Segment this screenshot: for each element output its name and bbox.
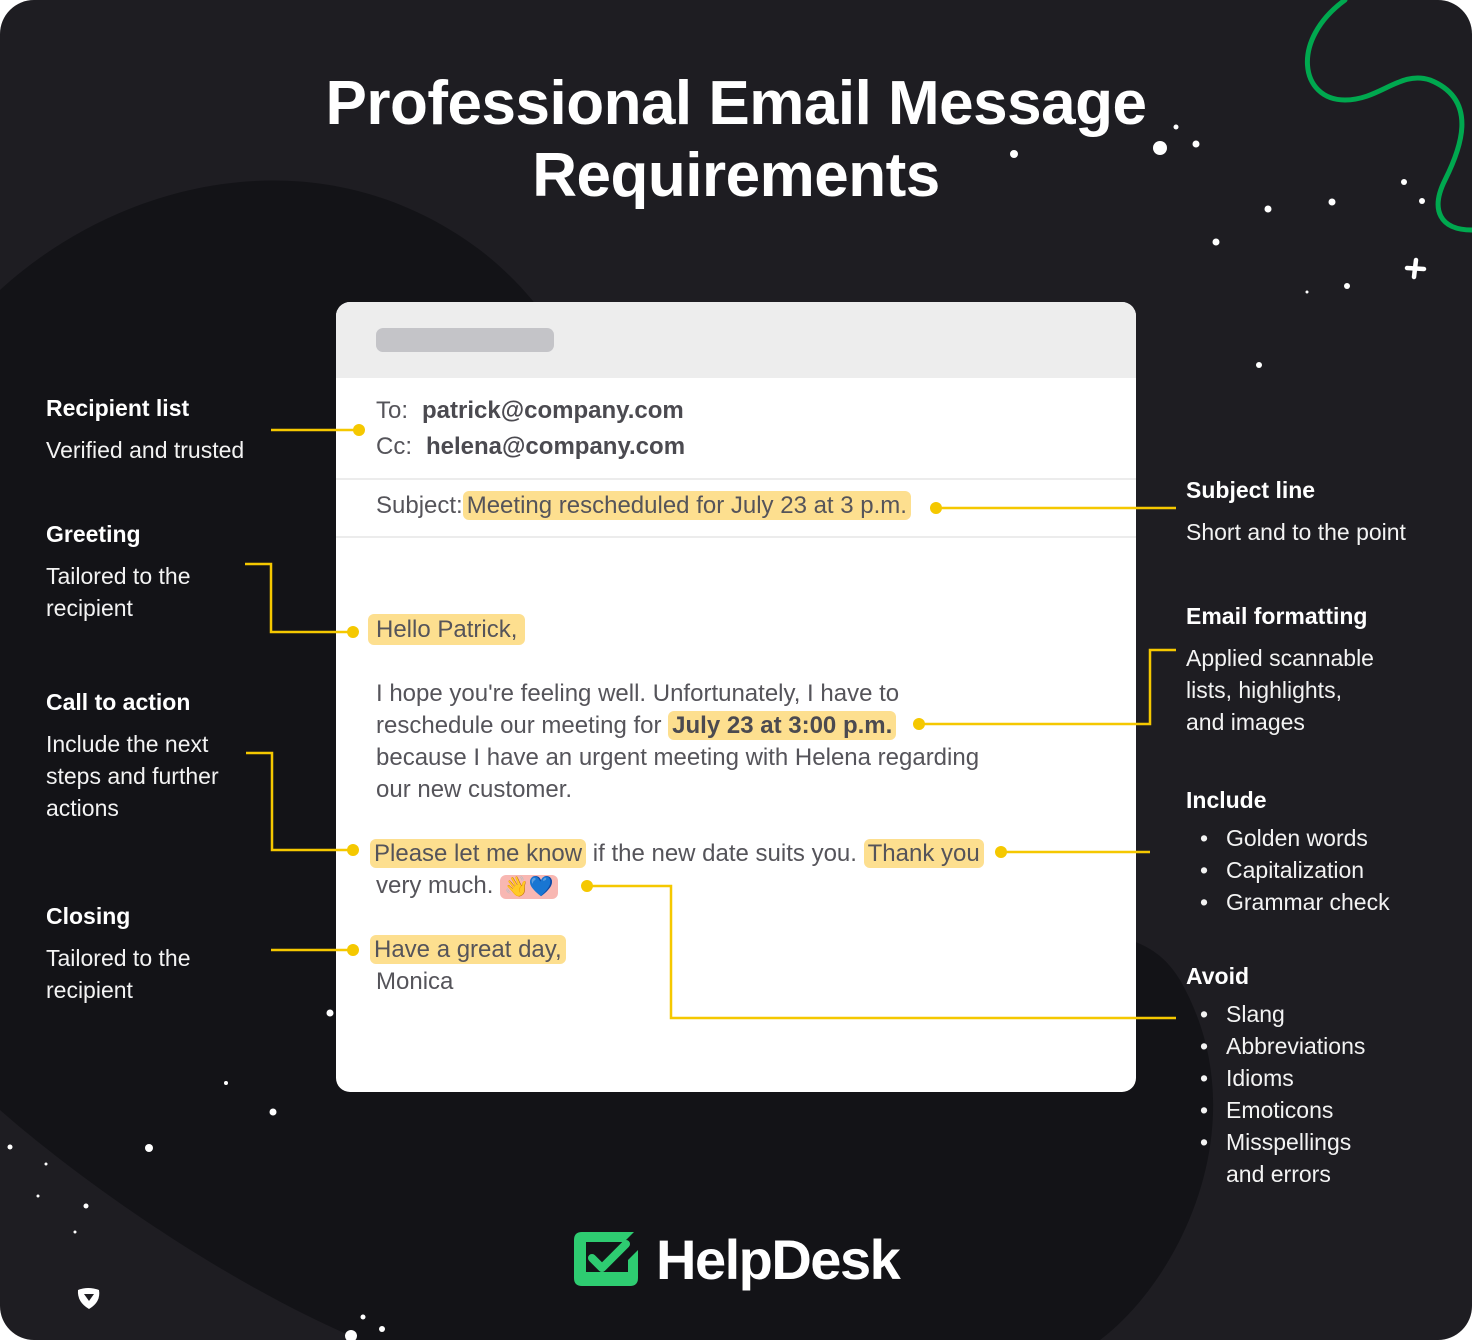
page-title: Professional Email Message Requirements [0,68,1472,212]
annotation-heading: Closing [46,903,131,929]
greeting-highlight: Hello Patrick, [368,614,526,645]
annotation-heading: Include [1186,787,1267,813]
annotation-text: Short and to the point [1186,519,1406,545]
annotation-text: lists, highlights, [1186,677,1342,703]
annotation-heading: Email formatting [1186,603,1368,629]
thanks-line: very much. 👋💙 [376,870,558,903]
annotation-heading: Avoid [1186,963,1250,989]
list-item: Misspellings [1186,1126,1365,1158]
divider [336,478,1136,480]
to-address: patrick@company.com [422,397,684,424]
annotation-text: Tailored to the [46,563,191,589]
title-line-1: Professional Email Message [325,69,1147,138]
greeting-line: Hello Patrick, [368,614,526,646]
emoji-highlight: 👋💙 [500,875,558,899]
annotation-greeting: Greeting Tailored to the recipient [46,520,190,624]
to-label: To: [376,397,409,424]
date-highlight: July 23 at 3:00 p.m. [668,711,897,740]
subject-row: Subject: Meeting rescheduled for July 23 … [376,491,911,520]
signature: Monica [376,968,454,995]
annotation-closing: Closing Tailored to the recipient [46,902,190,1006]
annotation-heading: Subject line [1186,477,1316,503]
cc-row: Cc: helena@company.com [376,433,685,461]
body-text: reschedule our meeting for [376,712,669,739]
closing-highlight: Have a great day, [370,935,566,964]
annotation-text: Applied scannable [1186,645,1374,671]
annotation-text: Include the next [46,731,209,757]
plus-sparkle-icon [1404,257,1427,280]
helpdesk-logo: HelpDesk [572,1227,901,1291]
thanks-highlight: Thank you [863,839,984,868]
infographic-canvas: Professional Email Message Requirements … [0,0,1472,1340]
to-row: To: patrick@company.com [376,397,684,425]
logo-text: HelpDesk [656,1227,901,1291]
annotation-text: steps and further [46,763,219,789]
avoid-list: Slang Abbreviations Idioms Emoticons Mis… [1186,998,1365,1190]
checkmark-box-icon [574,1232,638,1286]
annotation-heading: Call to action [46,689,191,715]
annotation-heading: Recipient list [46,395,190,421]
list-item: Abbreviations [1186,1030,1365,1062]
list-item: Slang [1186,998,1365,1030]
body-text: very much. [376,872,501,899]
body-line: I hope you're feeling well. Unfortunatel… [376,680,900,707]
annotation-email-formatting: Email formatting Applied scannable lists… [1186,602,1374,738]
subject-value: Meeting rescheduled for July 23 at 3 p.m… [462,491,911,520]
list-item: Idioms [1186,1062,1365,1094]
list-item: Golden words [1186,822,1390,854]
closing-line: Have a great day, [370,934,566,966]
list-item: Emoticons [1186,1094,1365,1126]
annotation-text: Tailored to the [46,945,191,971]
subject-label: Subject: [376,492,463,519]
body-line: our new customer. [376,776,573,803]
cta-highlight: Please let me know [370,839,587,868]
annotation-text: actions [46,795,119,821]
annotation-call-to-action: Call to action Include the next steps an… [46,688,219,824]
annotation-subject-line: Subject line Short and to the point [1186,476,1406,548]
annotation-heading: Greeting [46,521,141,547]
annotation-recipient-list: Recipient list Verified and trusted [46,394,244,466]
list-item: Capitalization [1186,854,1390,886]
annotation-text: recipient [46,595,133,621]
annotation-avoid: Avoid Slang Abbreviations Idioms Emotico… [1186,962,1365,1190]
body-line: because I have an urgent meeting with He… [376,744,980,771]
cc-address: helena@company.com [426,433,686,460]
include-list: Golden words Capitalization Grammar chec… [1186,822,1390,918]
annotation-text: Verified and trusted [46,437,245,463]
title-line-2: Requirements [532,141,940,210]
annotation-text: recipient [46,977,133,1003]
list-item: Grammar check [1186,886,1390,918]
email-title-placeholder [376,328,554,352]
body-line: reschedule our meeting for July 23 at 3:… [376,710,897,742]
email-card: To: patrick@company.com Cc: helena@company… [336,302,1136,1092]
list-item-continuation: and errors [1226,1161,1331,1187]
annotation-text: and images [1186,709,1305,735]
annotation-include: Include Golden words Capitalization Gram… [1186,786,1390,918]
cc-label: Cc: [376,433,412,460]
divider [336,536,1136,538]
email-header-bar [336,302,1136,378]
body-text: if the new date suits you. [586,840,864,867]
cta-line: Please let me know if the new date suits… [370,838,984,870]
